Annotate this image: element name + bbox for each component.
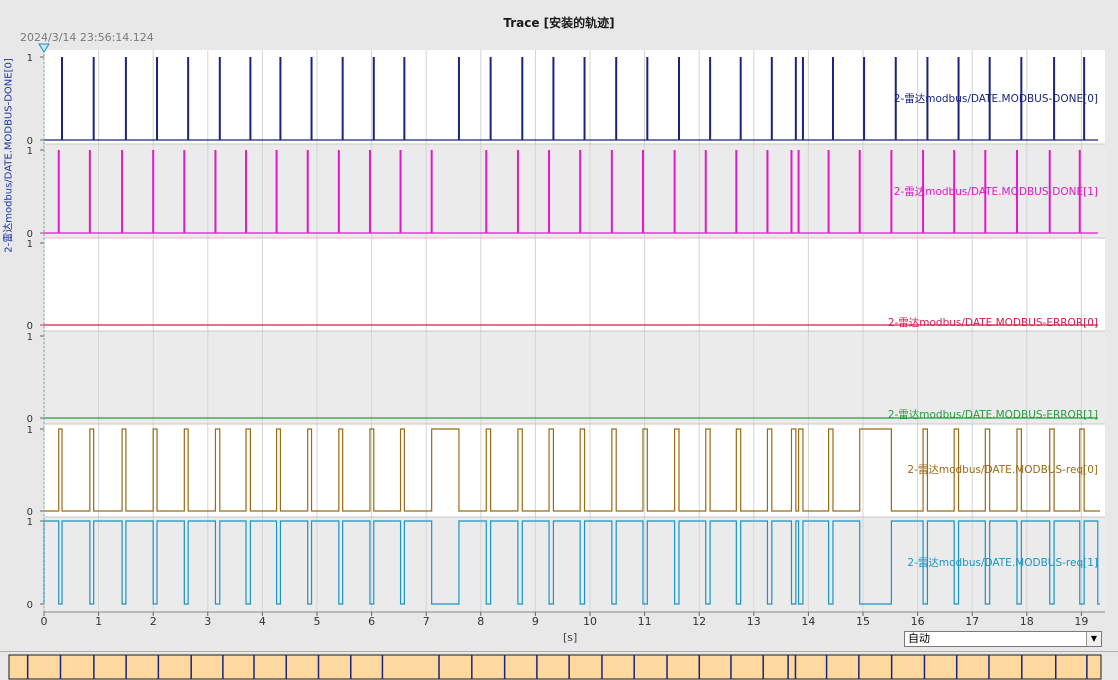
x-tick-label: 7 (423, 615, 430, 628)
x-tick-label: 10 (583, 615, 597, 628)
x-tick-label: 4 (259, 615, 266, 628)
chevron-down-icon[interactable]: ▼ (1086, 632, 1101, 646)
trace-chart[interactable]: 102-雷达modbus/DATE.MODBUS-DONE[0]102-雷达mo… (0, 0, 1118, 650)
x-tick-label: 16 (911, 615, 925, 628)
y-tick-label: 1 (27, 332, 33, 343)
x-tick-label: 1 (95, 615, 102, 628)
x-axis-unit: [s] (563, 631, 578, 644)
y-tick-label: 0 (27, 414, 33, 425)
x-tick-label: 0 (41, 615, 48, 628)
mode-select[interactable]: 自动 ▼ (904, 631, 1102, 647)
x-tick-label: 19 (1074, 615, 1088, 628)
x-tick-label: 3 (204, 615, 211, 628)
x-tick-label: 17 (965, 615, 979, 628)
series-3-label: 2-雷达modbus/DATE.MODBUS-ERROR[1] (888, 409, 1098, 421)
series-0-label: 2-雷达modbus/DATE.MODBUS-DONE[0] (894, 93, 1098, 105)
x-tick-label: 6 (368, 615, 375, 628)
x-tick-label: 12 (692, 615, 706, 628)
y-tick-label: 1 (27, 53, 33, 64)
series-5-label: 2-雷达modbus/DATE.MODBUS-req[1] (907, 557, 1098, 569)
y-tick-label: 1 (27, 239, 33, 250)
y-tick-label: 1 (27, 425, 33, 436)
mode-select-value: 自动 (908, 632, 930, 645)
series-1-label: 2-雷达modbus/DATE.MODBUS-DONE[1] (894, 186, 1098, 198)
y-tick-label: 1 (27, 146, 33, 157)
series-4-label: 2-雷达modbus/DATE.MODBUS-req[0] (907, 464, 1098, 476)
y-tick-label: 0 (27, 321, 33, 332)
x-tick-label: 2 (150, 615, 157, 628)
overview-strip[interactable] (0, 651, 1118, 680)
y-tick-label: 1 (27, 517, 33, 528)
x-tick-label: 14 (801, 615, 815, 628)
x-tick-label: 13 (747, 615, 761, 628)
x-tick-label: 8 (477, 615, 484, 628)
y-tick-label: 0 (27, 600, 33, 611)
series-2-label: 2-雷达modbus/DATE.MODBUS-ERROR[0] (888, 317, 1098, 329)
x-tick-label: 18 (1020, 615, 1034, 628)
overview-range (8, 654, 1102, 680)
x-tick-label: 9 (532, 615, 539, 628)
x-tick-label: 15 (856, 615, 870, 628)
x-tick-label: 5 (314, 615, 321, 628)
x-tick-label: 11 (638, 615, 652, 628)
